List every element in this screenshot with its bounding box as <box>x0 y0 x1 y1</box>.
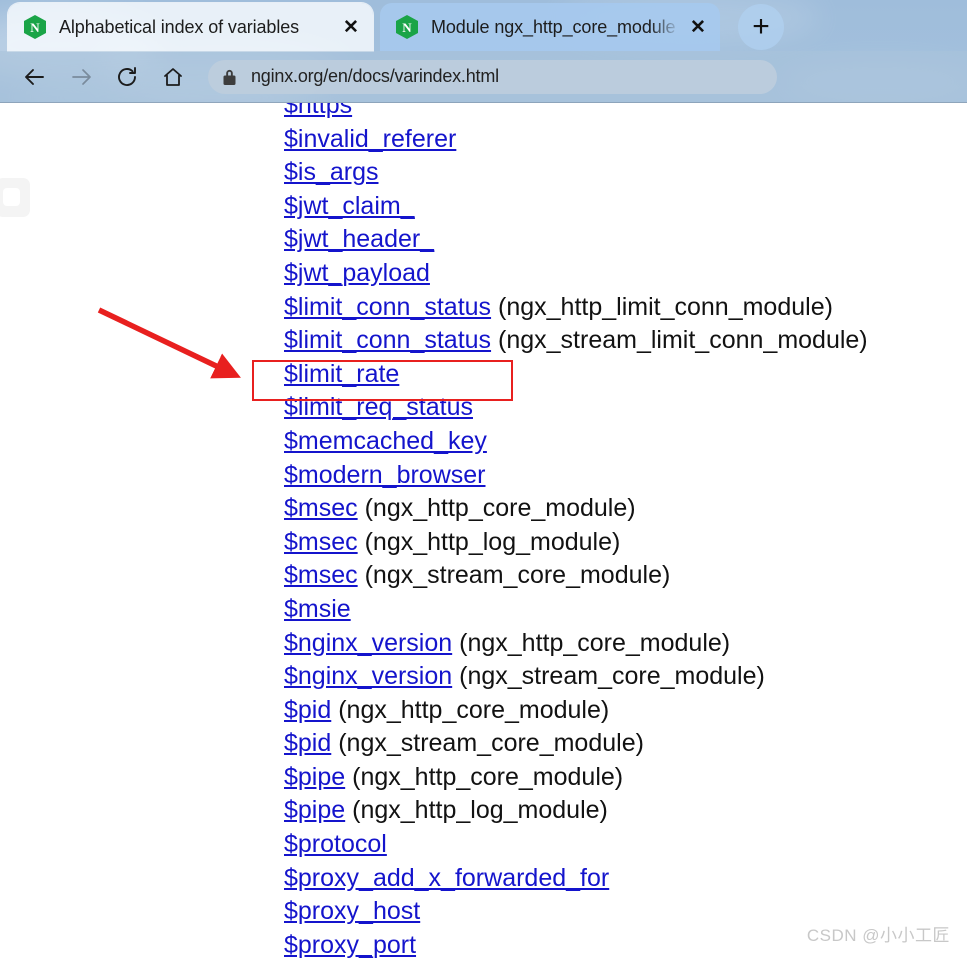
close-icon[interactable]: ✕ <box>339 15 363 39</box>
variable-link[interactable]: $proxy_add_x_forwarded_for <box>284 864 609 892</box>
tab-alphabetical-index-of-variables[interactable]: N Alphabetical index of variables ✕ <box>8 3 373 51</box>
variable-link[interactable]: $jwt_claim_ <box>284 192 415 220</box>
variable-entry: $invalid_referer <box>284 123 868 157</box>
annotation-arrow <box>97 307 241 379</box>
variable-link[interactable]: $pid <box>284 696 331 724</box>
variable-module-label: (ngx_stream_core_module) <box>338 729 644 758</box>
home-button[interactable] <box>154 58 192 96</box>
variable-entry: $protocol <box>284 828 868 862</box>
variable-entry: $jwt_header_ <box>284 223 868 257</box>
variable-module-label: (ngx_stream_core_module) <box>459 662 765 691</box>
variable-entry: $msec (ngx_stream_core_module) <box>284 559 868 593</box>
lock-icon <box>222 68 237 86</box>
variable-link[interactable]: $nginx_version <box>284 662 452 690</box>
arrow-right-icon <box>72 68 91 85</box>
tab-strip: N Alphabetical index of variables ✕ N Mo… <box>0 0 967 51</box>
variable-entry: $limit_req_status <box>284 391 868 425</box>
variable-link[interactable]: $pid <box>284 729 331 757</box>
address-bar[interactable]: nginx.org/en/docs/varindex.html <box>208 59 777 94</box>
variable-entry: $jwt_claim_ <box>284 190 868 224</box>
variable-link[interactable]: $pipe <box>284 763 345 791</box>
variable-link[interactable]: $limit_conn_status <box>284 293 491 321</box>
variable-entry: $modern_browser <box>284 459 868 493</box>
variable-entry: $jwt_payload <box>284 257 868 291</box>
arrow-left-icon <box>25 68 44 85</box>
variable-link[interactable]: $msec <box>284 561 358 589</box>
browser-toolbar: nginx.org/en/docs/varindex.html <box>0 51 967 103</box>
variable-link[interactable]: $protocol <box>284 830 387 858</box>
close-icon[interactable]: ✕ <box>686 15 710 39</box>
variable-link[interactable]: $msec <box>284 528 358 556</box>
variable-module-label: (ngx_http_log_module) <box>364 527 621 556</box>
variable-link[interactable]: $is_args <box>284 158 379 186</box>
variable-entry: $limit_conn_status (ngx_stream_limit_con… <box>284 324 868 358</box>
variable-module-label: (ngx_http_core_module) <box>459 628 731 657</box>
variable-link[interactable]: $limit_conn_status <box>284 326 491 354</box>
watermark: CSDN @小小工匠 <box>806 926 950 945</box>
tab-title: Module ngx_http_core_module <box>431 16 676 37</box>
variable-entry: $limit_rate <box>284 358 868 392</box>
variable-entry: $msie <box>284 593 868 627</box>
tab-title: Alphabetical index of variables <box>59 16 300 37</box>
variable-link[interactable]: $memcached_key <box>284 427 487 455</box>
variable-entry: $pid (ngx_stream_core_module) <box>284 727 868 761</box>
variable-link[interactable]: $modern_browser <box>284 461 486 489</box>
variable-module-label: (ngx_http_log_module) <box>352 796 608 825</box>
variable-entry: $limit_conn_status (ngx_http_limit_conn_… <box>284 291 868 325</box>
variable-module-label: (ngx_http_core_module) <box>364 494 636 523</box>
page-viewport: $https $invalid_referer $is_args $jwt_claim… <box>0 103 967 968</box>
variable-link[interactable]: $limit_req_status <box>284 393 473 421</box>
variable-link[interactable]: $proxy_host <box>284 897 420 925</box>
variable-link[interactable]: $msec <box>284 494 358 522</box>
variable-link[interactable]: $jwt_header_ <box>284 225 434 253</box>
variable-link[interactable]: $invalid_referer <box>284 125 456 153</box>
variable-entry: $memcached_key <box>284 425 868 459</box>
forward-button[interactable] <box>62 58 100 96</box>
home-icon <box>164 67 182 86</box>
variable-module-label: (ngx_stream_core_module) <box>364 561 671 590</box>
page-artifact-box <box>0 178 30 217</box>
back-button[interactable] <box>16 58 54 96</box>
variable-module-label: (ngx_http_limit_conn_module) <box>498 292 833 321</box>
variable-entry: $pid (ngx_http_core_module) <box>284 694 868 728</box>
new-tab-button[interactable]: + <box>738 4 784 50</box>
variable-entry: $nginx_version (ngx_stream_core_module) <box>284 660 868 694</box>
variable-module-label: (ngx_http_core_module) <box>352 762 624 791</box>
variable-link[interactable]: $nginx_version <box>284 629 452 657</box>
variable-link[interactable]: $limit_rate <box>284 360 399 388</box>
variable-entry: $pipe (ngx_http_log_module) <box>284 794 868 828</box>
variable-entry: $proxy_port <box>284 929 868 963</box>
nginx-icon: N <box>24 15 46 39</box>
browser-window: N Alphabetical index of variables ✕ N Mo… <box>0 0 967 968</box>
variable-module-label: (ngx_http_core_module) <box>338 695 610 724</box>
reload-icon <box>118 66 136 86</box>
variable-index-list: $https $invalid_referer $is_args $jwt_claim… <box>284 103 868 962</box>
variable-link[interactable]: $jwt_payload <box>284 259 430 287</box>
variable-module-label: (ngx_stream_limit_conn_module) <box>498 326 868 355</box>
url-text: nginx.org/en/docs/varindex.html <box>251 66 499 86</box>
variable-entry: $msec (ngx_http_core_module) <box>284 492 868 526</box>
nginx-icon: N <box>396 15 418 39</box>
variable-entry: $proxy_host <box>284 895 868 929</box>
tab-module-ngx-http-core-module[interactable]: N Module ngx_http_core_module ✕ <box>380 3 720 51</box>
variable-entry: $nginx_version (ngx_http_core_module) <box>284 627 868 661</box>
variable-entry: $proxy_add_x_forwarded_for <box>284 862 868 896</box>
variable-link[interactable]: $proxy_port <box>284 931 416 959</box>
variable-entry: $pipe (ngx_http_core_module) <box>284 761 868 795</box>
variable-entry: $is_args <box>284 156 868 190</box>
variable-link[interactable]: $https <box>284 103 352 119</box>
variable-link[interactable]: $pipe <box>284 796 345 824</box>
variable-entry: $https <box>284 103 868 123</box>
reload-button[interactable] <box>108 58 146 96</box>
variable-entry: $msec (ngx_http_log_module) <box>284 526 868 560</box>
variable-link[interactable]: $msie <box>284 595 351 623</box>
